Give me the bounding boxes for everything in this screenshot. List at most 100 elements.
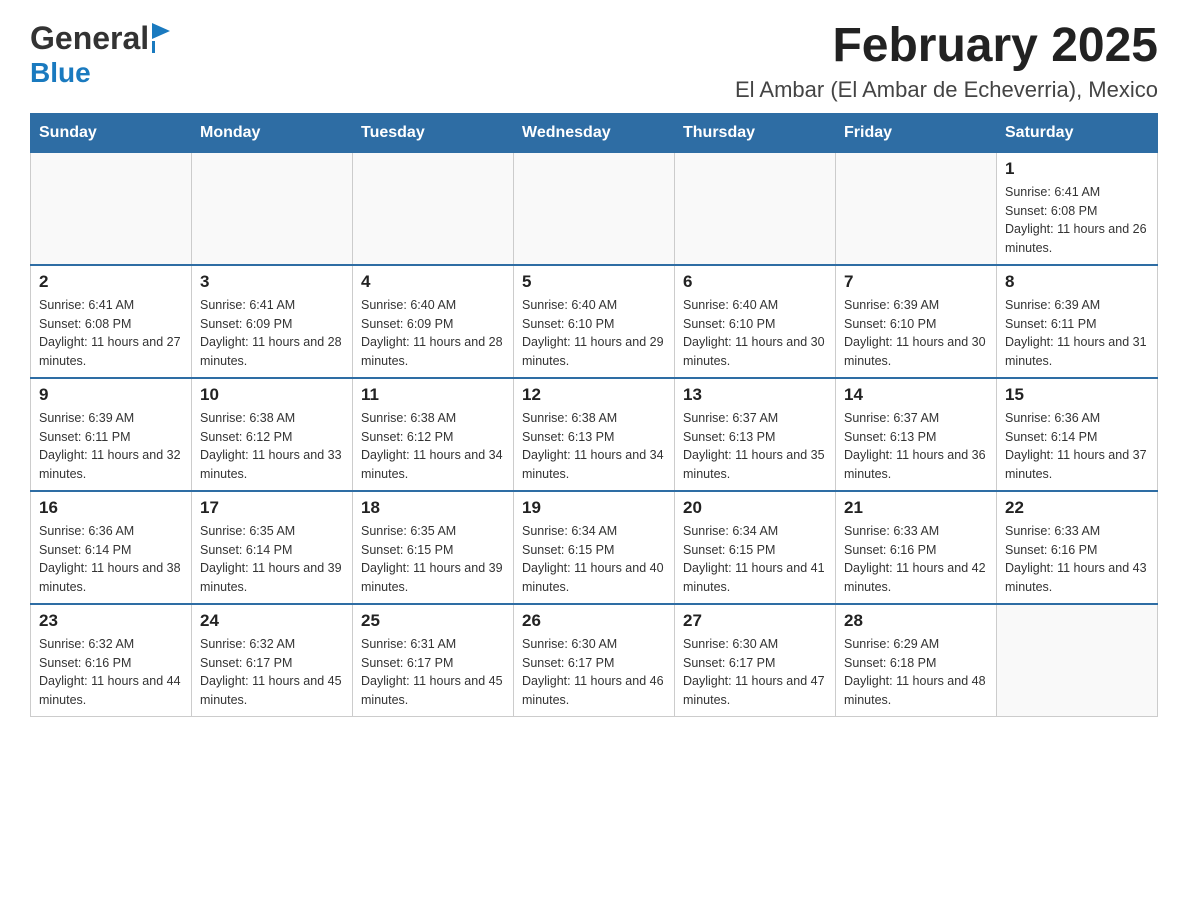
- day-number: 20: [683, 498, 827, 518]
- calendar-cell: 15 Sunrise: 6:36 AMSunset: 6:14 PMDayligh…: [997, 378, 1158, 491]
- day-number: 18: [361, 498, 505, 518]
- day-header-friday: Friday: [836, 113, 997, 152]
- day-info: Sunrise: 6:38 AMSunset: 6:12 PMDaylight:…: [361, 409, 505, 484]
- calendar-cell: 13Sunrise: 6:37 AMSunset: 6:13 PMDayligh…: [675, 378, 836, 491]
- day-info: Sunrise: 6:34 AMSunset: 6:15 PMDaylight:…: [683, 522, 827, 597]
- calendar-week-3: 9 Sunrise: 6:39 AMSunset: 6:11 PMDaylight…: [31, 378, 1158, 491]
- calendar-cell: 25 Sunrise: 6:31 AMSunset: 6:17 PMDayligh…: [353, 604, 514, 717]
- calendar-cell: 6 Sunrise: 6:40 AMSunset: 6:10 PMDaylight…: [675, 265, 836, 378]
- calendar-cell: 24 Sunrise: 6:32 AMSunset: 6:17 PMDayligh…: [192, 604, 353, 717]
- day-info: Sunrise: 6:29 AMSunset: 6:18 PMDaylight:…: [844, 635, 988, 710]
- logo: General Blue: [30, 20, 174, 89]
- day-number: 1: [1005, 159, 1149, 179]
- day-info: Sunrise: 6:33 AMSunset: 6:16 PMDaylight:…: [1005, 522, 1149, 597]
- day-number: 15: [1005, 385, 1149, 405]
- calendar-cell: [836, 152, 997, 265]
- calendar-cell: [997, 604, 1158, 717]
- calendar-cell: 16 Sunrise: 6:36 AMSunset: 6:14 PMDayligh…: [31, 491, 192, 604]
- day-number: 13: [683, 385, 827, 405]
- day-header-saturday: Saturday: [997, 113, 1158, 152]
- calendar-cell: [353, 152, 514, 265]
- day-number: 7: [844, 272, 988, 292]
- calendar-cell: [514, 152, 675, 265]
- day-header-row: SundayMondayTuesdayWednesdayThursdayFrid…: [31, 113, 1158, 152]
- day-number: 10: [200, 385, 344, 405]
- calendar-cell: [192, 152, 353, 265]
- calendar-week-4: 16 Sunrise: 6:36 AMSunset: 6:14 PMDayligh…: [31, 491, 1158, 604]
- day-number: 28: [844, 611, 988, 631]
- calendar-cell: 19 Sunrise: 6:34 AMSunset: 6:15 PMDayligh…: [514, 491, 675, 604]
- day-number: 4: [361, 272, 505, 292]
- day-number: 16: [39, 498, 183, 518]
- title-section: February 2025 El Ambar (El Ambar de Eche…: [735, 20, 1158, 103]
- calendar-cell: 26 Sunrise: 6:30 AMSunset: 6:17 PMDayligh…: [514, 604, 675, 717]
- calendar-body: 1 Sunrise: 6:41 AMSunset: 6:08 PMDaylight…: [31, 152, 1158, 716]
- day-number: 11: [361, 385, 505, 405]
- day-info: Sunrise: 6:35 AMSunset: 6:14 PMDaylight:…: [200, 522, 344, 597]
- day-info: Sunrise: 6:38 AMSunset: 6:12 PMDaylight:…: [200, 409, 344, 484]
- calendar-cell: 9 Sunrise: 6:39 AMSunset: 6:11 PMDaylight…: [31, 378, 192, 491]
- day-header-tuesday: Tuesday: [353, 113, 514, 152]
- day-info: Sunrise: 6:37 AMSunset: 6:13 PMDaylight:…: [844, 409, 988, 484]
- day-info: Sunrise: 6:40 AMSunset: 6:10 PMDaylight:…: [522, 296, 666, 371]
- calendar-cell: 2 Sunrise: 6:41 AMSunset: 6:08 PMDaylight…: [31, 265, 192, 378]
- day-number: 21: [844, 498, 988, 518]
- day-number: 24: [200, 611, 344, 631]
- calendar-week-2: 2 Sunrise: 6:41 AMSunset: 6:08 PMDaylight…: [31, 265, 1158, 378]
- day-info: Sunrise: 6:38 AMSunset: 6:13 PMDaylight:…: [522, 409, 666, 484]
- calendar-cell: 27 Sunrise: 6:30 AMSunset: 6:17 PMDayligh…: [675, 604, 836, 717]
- day-number: 23: [39, 611, 183, 631]
- day-number: 19: [522, 498, 666, 518]
- day-info: Sunrise: 6:41 AMSunset: 6:08 PMDaylight:…: [39, 296, 183, 371]
- day-number: 26: [522, 611, 666, 631]
- calendar-cell: 22 Sunrise: 6:33 AMSunset: 6:16 PMDayligh…: [997, 491, 1158, 604]
- calendar-cell: 8Sunrise: 6:39 AMSunset: 6:11 PMDaylight…: [997, 265, 1158, 378]
- day-info: Sunrise: 6:30 AMSunset: 6:17 PMDaylight:…: [683, 635, 827, 710]
- day-info: Sunrise: 6:40 AMSunset: 6:09 PMDaylight:…: [361, 296, 505, 371]
- calendar-cell: 23 Sunrise: 6:32 AMSunset: 6:16 PMDayligh…: [31, 604, 192, 717]
- day-info: Sunrise: 6:39 AMSunset: 6:11 PMDaylight:…: [39, 409, 183, 484]
- day-header-monday: Monday: [192, 113, 353, 152]
- day-info: Sunrise: 6:32 AMSunset: 6:17 PMDaylight:…: [200, 635, 344, 710]
- day-number: 5: [522, 272, 666, 292]
- day-info: Sunrise: 6:31 AMSunset: 6:17 PMDaylight:…: [361, 635, 505, 710]
- calendar-cell: 14 Sunrise: 6:37 AMSunset: 6:13 PMDayligh…: [836, 378, 997, 491]
- day-number: 14: [844, 385, 988, 405]
- day-number: 22: [1005, 498, 1149, 518]
- day-number: 2: [39, 272, 183, 292]
- logo-flag-icon: [152, 23, 174, 53]
- calendar-cell: 28 Sunrise: 6:29 AMSunset: 6:18 PMDayligh…: [836, 604, 997, 717]
- day-info: Sunrise: 6:36 AMSunset: 6:14 PMDaylight:…: [1005, 409, 1149, 484]
- day-number: 9: [39, 385, 183, 405]
- day-info: Sunrise: 6:40 AMSunset: 6:10 PMDaylight:…: [683, 296, 827, 371]
- page-header: General Blue February 2025 El Ambar (El …: [30, 20, 1158, 103]
- calendar-cell: 17Sunrise: 6:35 AMSunset: 6:14 PMDayligh…: [192, 491, 353, 604]
- day-info: Sunrise: 6:36 AMSunset: 6:14 PMDaylight:…: [39, 522, 183, 597]
- day-info: Sunrise: 6:30 AMSunset: 6:17 PMDaylight:…: [522, 635, 666, 710]
- day-header-wednesday: Wednesday: [514, 113, 675, 152]
- logo-blue-text: Blue: [30, 57, 91, 88]
- day-number: 8: [1005, 272, 1149, 292]
- day-info: Sunrise: 6:35 AMSunset: 6:15 PMDaylight:…: [361, 522, 505, 597]
- day-number: 25: [361, 611, 505, 631]
- day-info: Sunrise: 6:39 AMSunset: 6:10 PMDaylight:…: [844, 296, 988, 371]
- calendar-week-5: 23 Sunrise: 6:32 AMSunset: 6:16 PMDayligh…: [31, 604, 1158, 717]
- calendar-cell: 12 Sunrise: 6:38 AMSunset: 6:13 PMDayligh…: [514, 378, 675, 491]
- day-number: 27: [683, 611, 827, 631]
- calendar-cell: 4 Sunrise: 6:40 AMSunset: 6:09 PMDaylight…: [353, 265, 514, 378]
- day-info: Sunrise: 6:33 AMSunset: 6:16 PMDaylight:…: [844, 522, 988, 597]
- calendar-cell: 20 Sunrise: 6:34 AMSunset: 6:15 PMDayligh…: [675, 491, 836, 604]
- logo-general-text: General: [30, 20, 149, 57]
- calendar-week-1: 1Sunrise: 6:41 AMSunset: 6:08 PMDaylight…: [31, 152, 1158, 265]
- day-info: Sunrise: 6:34 AMSunset: 6:15 PMDaylight:…: [522, 522, 666, 597]
- calendar-cell: [31, 152, 192, 265]
- calendar-cell: 18 Sunrise: 6:35 AMSunset: 6:15 PMDayligh…: [353, 491, 514, 604]
- calendar-header: SundayMondayTuesdayWednesdayThursdayFrid…: [31, 113, 1158, 152]
- day-header-sunday: Sunday: [31, 113, 192, 152]
- day-number: 3: [200, 272, 344, 292]
- day-info: Sunrise: 6:32 AMSunset: 6:16 PMDaylight:…: [39, 635, 183, 710]
- day-number: 12: [522, 385, 666, 405]
- day-number: 6: [683, 272, 827, 292]
- calendar-cell: 3Sunrise: 6:41 AMSunset: 6:09 PMDaylight…: [192, 265, 353, 378]
- day-header-thursday: Thursday: [675, 113, 836, 152]
